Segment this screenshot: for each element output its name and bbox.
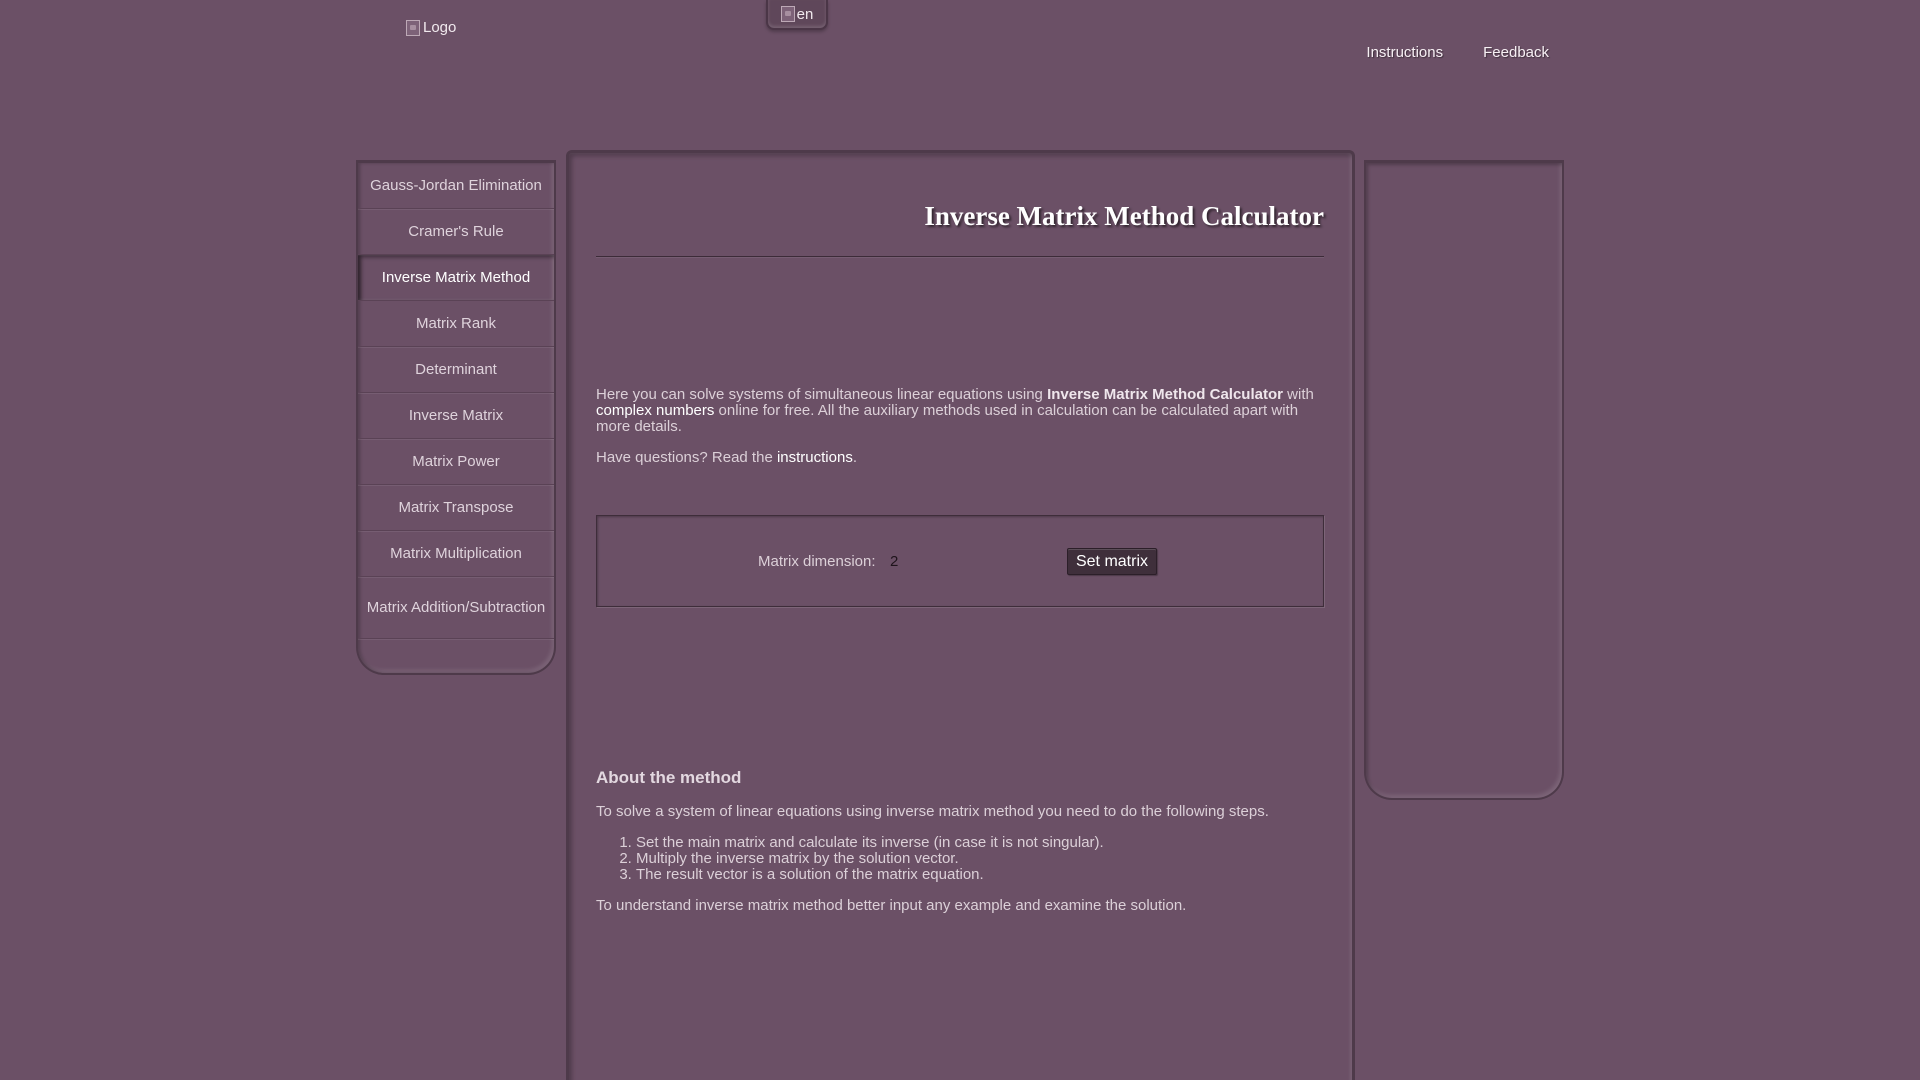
complex-numbers-link[interactable]: complex numbers — [596, 402, 714, 419]
menu-item-determinant[interactable]: Determinant — [358, 347, 554, 393]
intro-bold-name: Inverse Matrix Method Calculator — [1047, 386, 1283, 403]
menu-item-inverse-matrix[interactable]: Inverse Matrix — [358, 393, 554, 439]
menu-item-matrix-addition-subtraction[interactable]: Matrix Addition/Subtraction — [358, 577, 554, 639]
matrix-dimension-input[interactable] — [890, 551, 950, 571]
title-divider — [596, 256, 1324, 258]
set-matrix-button[interactable]: Set matrix — [1067, 548, 1157, 575]
about-lead: To solve a system of linear equations us… — [596, 803, 1269, 820]
top-nav: Instructions Feedback — [1366, 44, 1549, 61]
menu-item-matrix-transpose[interactable]: Matrix Transpose — [358, 485, 554, 531]
menu-item-inverse-matrix-method[interactable]: Inverse Matrix Method — [358, 255, 554, 301]
page: Logo en Instructions Feedback Gauss-Jord… — [0, 0, 1920, 1080]
about-heading: About the method — [596, 768, 742, 787]
matrix-dimension-form: Matrix dimension: Set matrix — [596, 515, 1324, 607]
questions-end: . — [852, 449, 857, 466]
menu-item-cramers-rule[interactable]: Cramer's Rule — [358, 209, 554, 255]
questions-text: Have questions? Read the — [596, 449, 777, 466]
about-step: The result vector is a solution of the m… — [636, 867, 1324, 883]
nav-instructions-link[interactable]: Instructions — [1366, 44, 1443, 61]
intro-paragraph: Here you can solve systems of simultaneo… — [596, 387, 1324, 435]
menu-item-gauss-jordan[interactable]: Gauss-Jordan Elimination — [358, 163, 554, 209]
intro-section: Here you can solve systems of simultaneo… — [596, 387, 1324, 481]
about-step: Set the main matrix and calculate its in… — [636, 835, 1324, 851]
about-outro: To understand inverse matrix method bett… — [596, 897, 1187, 914]
menu-item-matrix-power[interactable]: Matrix Power — [358, 439, 554, 485]
menu-item-matrix-rank[interactable]: Matrix Rank — [358, 301, 554, 347]
language-selector[interactable]: en — [766, 0, 828, 30]
right-sidebar-box — [1364, 160, 1564, 800]
site-logo[interactable]: Logo — [406, 19, 456, 36]
flag-icon — [780, 6, 795, 22]
instructions-link[interactable]: instructions — [777, 449, 853, 466]
main-content: Inverse Matrix Method Calculator Here yo… — [566, 150, 1355, 1080]
matrix-dimension-label: Matrix dimension: — [758, 553, 876, 570]
intro-text-2: with — [1282, 386, 1314, 403]
calculator-menu: Gauss-Jordan Elimination Cramer's Rule I… — [356, 160, 556, 675]
about-steps: Set the main matrix and calculate its in… — [596, 835, 1324, 883]
questions-paragraph: Have questions? Read the instructions. — [596, 450, 1324, 466]
about-step: Multiply the inverse matrix by the solut… — [636, 851, 1324, 867]
page-title: Inverse Matrix Method Calculator — [924, 201, 1324, 231]
logo-alt-text: Logo — [423, 19, 457, 36]
nav-feedback-link[interactable]: Feedback — [1483, 44, 1549, 61]
intro-text-1: Here you can solve systems of simultaneo… — [596, 386, 1048, 403]
about-section: About the method To solve a system of li… — [596, 768, 1324, 929]
menu-item-matrix-multiplication[interactable]: Matrix Multiplication — [358, 531, 554, 577]
logo-image-icon — [406, 19, 420, 36]
language-alt-text: en — [796, 5, 814, 23]
